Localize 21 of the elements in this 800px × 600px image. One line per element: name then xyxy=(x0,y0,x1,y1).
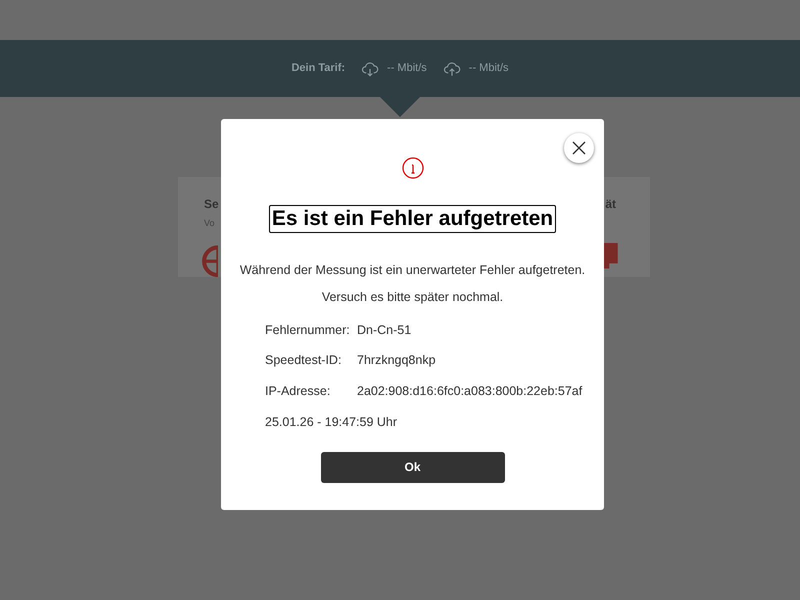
detail-value: 7hrzkngq8nkp xyxy=(357,352,436,370)
error-message: Während der Messung ist ein unerwarteter Fehler aufgetreten. xyxy=(240,262,586,279)
detail-label: Speedtest-ID: xyxy=(265,352,342,370)
retry-hint: Versuch es bitte später nochmal. xyxy=(322,288,504,306)
detail-label: Fehlernummer: xyxy=(265,322,351,338)
tariff-label: Dein Tarif: xyxy=(291,61,346,76)
card-title: ät xyxy=(605,196,616,213)
download-speed: -- Mbit/s xyxy=(387,61,427,76)
upload-speed: -- Mbit/s xyxy=(468,61,509,76)
ok-button[interactable]: Ok xyxy=(320,452,504,482)
close-button[interactable] xyxy=(564,133,594,163)
download-cloud-icon xyxy=(361,60,380,78)
timestamp: 25.01.26 - 19:47:59 Uhr xyxy=(265,414,398,431)
close-icon xyxy=(572,141,586,155)
detail-value: Dn-Cn-51 xyxy=(357,322,412,338)
detail-value: 2a02:908:d16:6fc0:a083:800b:22eb:57af xyxy=(357,383,582,400)
detail-label: IP-Adresse: xyxy=(265,383,332,400)
info-icon xyxy=(402,157,424,179)
upload-cloud-icon xyxy=(442,60,461,78)
dialog-title: Es ist ein Fehler aufgetreten xyxy=(268,205,556,233)
card-title: Se xyxy=(204,196,219,213)
